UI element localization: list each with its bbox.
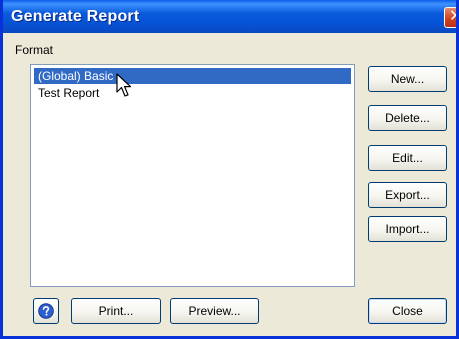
close-button[interactable]: Close [368, 298, 447, 324]
help-button[interactable] [33, 298, 59, 324]
mouse-pointer-icon [116, 73, 132, 97]
print-button[interactable]: Print... [71, 298, 161, 324]
close-icon: ✕ [449, 6, 456, 25]
format-item-global-basic[interactable]: (Global) Basic [34, 68, 351, 84]
edit-button[interactable]: Edit... [368, 145, 447, 171]
export-button[interactable]: Export... [368, 182, 447, 208]
generate-report-dialog: Generate Report ✕ Format (Global) Basic … [0, 0, 459, 339]
preview-button[interactable]: Preview... [170, 298, 259, 324]
import-button[interactable]: Import... [368, 216, 447, 242]
format-item-test-report[interactable]: Test Report [34, 85, 99, 101]
new-button[interactable]: New... [368, 66, 447, 92]
format-label: Format [15, 43, 54, 57]
title-bar[interactable]: Generate Report ✕ [3, 0, 456, 33]
format-listbox[interactable]: (Global) Basic Test Report [30, 64, 355, 287]
close-window-button[interactable]: ✕ [444, 6, 456, 28]
window-title: Generate Report [11, 8, 140, 25]
help-icon [38, 303, 54, 319]
delete-button[interactable]: Delete... [368, 105, 447, 131]
